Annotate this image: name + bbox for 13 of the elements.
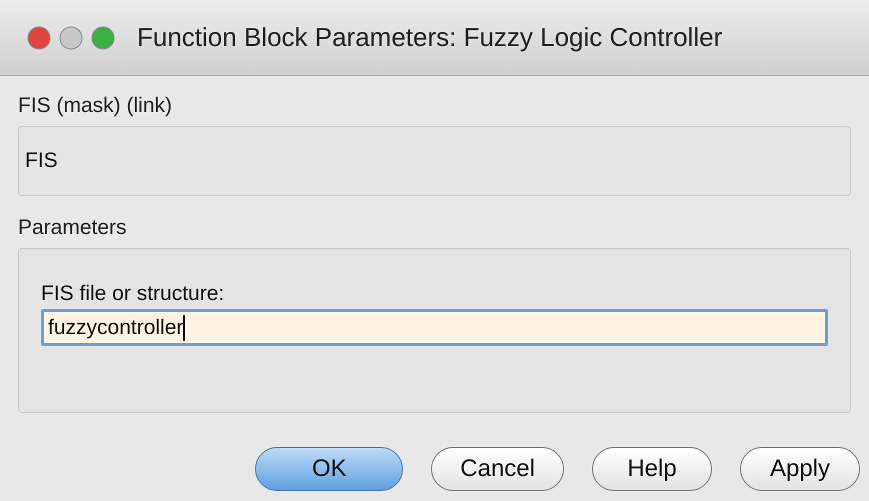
section-heading: FIS (mask) (link) xyxy=(18,93,173,119)
dialog-button[interactable]: Apply xyxy=(740,447,860,491)
close-icon[interactable] xyxy=(27,26,51,50)
dialog-button[interactable]: Cancel xyxy=(431,447,564,491)
mask-description: FIS xyxy=(25,148,58,174)
input-field[interactable]: fuzzycontroller xyxy=(41,309,828,346)
section-heading: Parameters xyxy=(18,215,128,241)
dialog-button[interactable]: OK xyxy=(255,447,404,491)
zoom-icon[interactable] xyxy=(91,26,115,50)
dialog-button[interactable]: Help xyxy=(592,447,712,491)
window-title: Function Block Parameters: Fuzzy Logic Controller xyxy=(137,21,722,54)
minimize-icon[interactable] xyxy=(59,26,83,50)
field-label: FIS file or structure: xyxy=(41,281,226,307)
